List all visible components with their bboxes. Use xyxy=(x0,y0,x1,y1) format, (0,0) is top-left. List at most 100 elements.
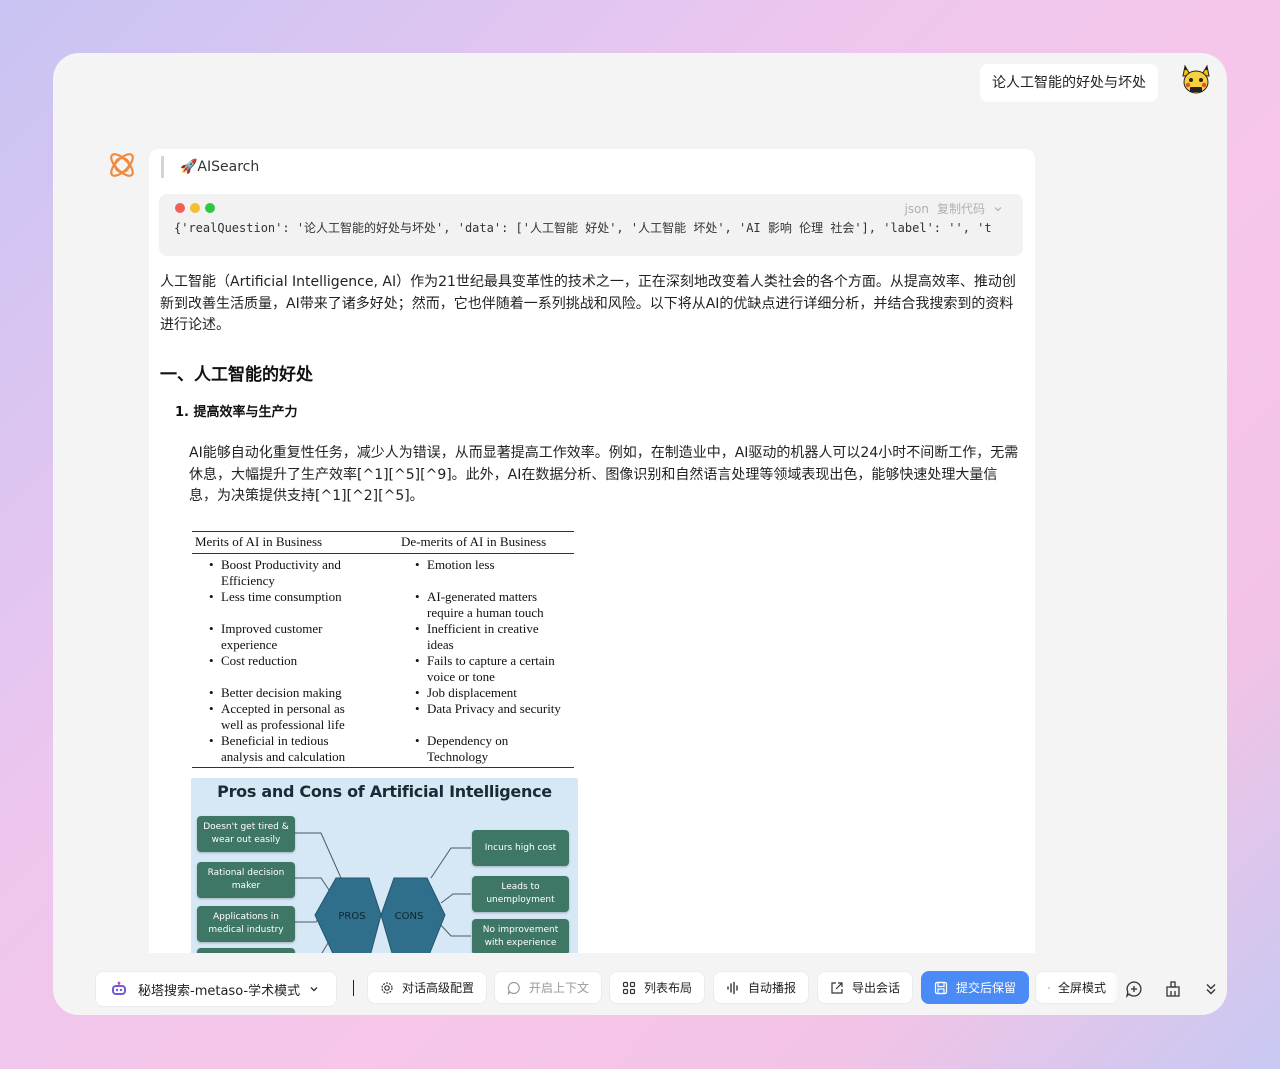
pros-item-text: maker xyxy=(231,881,261,891)
merit-item-line: experience xyxy=(221,637,278,652)
merit-bullet: • xyxy=(209,653,214,668)
scroll-down-button[interactable] xyxy=(1197,975,1225,1003)
demerit-item-line: Dependency on xyxy=(427,733,509,748)
merits-demerits-table-image: Merits of AI in Business De-merits of AI… xyxy=(192,529,574,769)
pros-item-text: Doesn't get tired & xyxy=(203,822,289,832)
tool-call-divider xyxy=(161,156,164,178)
model-selector[interactable]: 秘塔搜索-metaso-学术模式 xyxy=(95,971,337,1007)
grid-icon xyxy=(622,981,636,994)
merit-bullet: • xyxy=(209,733,214,748)
add-chat-icon xyxy=(1125,981,1142,998)
demerit-item-line: Data Privacy and security xyxy=(427,701,561,716)
pros-item-text: wear out easily xyxy=(211,835,281,845)
toolbar-separator xyxy=(353,980,354,996)
copy-code-button[interactable]: 复制代码 xyxy=(937,200,985,217)
demerit-item-line: Job displacement xyxy=(427,685,517,700)
cons-item-text: No improvement xyxy=(482,925,559,935)
demerit-bullet: • xyxy=(415,621,420,636)
cons-label: CONS xyxy=(395,911,424,922)
robot-icon xyxy=(112,981,126,995)
keep-after-submit-button[interactable]: 提交后保留 xyxy=(921,971,1030,1004)
subsection-heading: 1. 提高效率与生产力 xyxy=(175,405,298,420)
merit-item-line: Less time consumption xyxy=(221,589,342,604)
demerit-bullet: • xyxy=(415,557,420,572)
table-rule-middle xyxy=(192,553,574,554)
merit-item-line: Efficiency xyxy=(221,573,275,588)
code-actions: json 复制代码 xyxy=(904,200,1003,217)
user-message-text: 论人工智能的好处与坏处 xyxy=(992,75,1146,91)
save-icon xyxy=(934,981,948,994)
context-toggle-label: 开启上下文 xyxy=(529,981,590,995)
list-layout-label: 列表布局 xyxy=(644,981,693,995)
demerit-item-line: require a human touch xyxy=(427,605,544,620)
merit-item-line: Better decision making xyxy=(221,685,342,700)
fullscreen-label: 全屏模式 xyxy=(1057,981,1106,995)
tool-call-row: 🚀AISearch xyxy=(161,155,259,179)
cons-item-box: Leads to unemployment xyxy=(472,876,569,912)
export-icon xyxy=(831,981,843,994)
demerit-item-line: Emotion less xyxy=(427,557,495,572)
pros-item-box: Applications in medical industry xyxy=(197,906,295,942)
list-layout-button[interactable]: 列表布局 xyxy=(609,971,706,1004)
merit-item-line: well as professional life xyxy=(221,717,345,732)
demerit-item-line: Inefficient in creative xyxy=(427,621,539,636)
merit-item-line: Improved customer xyxy=(221,621,323,636)
merit-bullet: • xyxy=(209,621,214,636)
merit-bullet: • xyxy=(209,685,214,700)
advanced-settings-button[interactable]: 对话高级配置 xyxy=(367,971,488,1004)
pros-item-text: medical industry xyxy=(208,925,284,935)
merit-bullet: • xyxy=(209,557,214,572)
demerit-item-line: Technology xyxy=(427,749,489,764)
double-chevron-down-icon xyxy=(1206,984,1216,995)
demerit-item-line: voice or tone xyxy=(427,669,495,684)
auto-playback-button[interactable]: 自动播报 xyxy=(713,971,810,1004)
table-rule-top xyxy=(192,531,574,532)
subsection-paragraph: AI能够自动化重复性任务，减少人为错误，从而显著提高工作效率。例如，在制造业中，… xyxy=(189,445,1019,504)
cons-item-box: Incurs high cost xyxy=(472,830,569,866)
demerit-bullet: • xyxy=(415,653,420,668)
assistant-logo-icon xyxy=(110,153,134,177)
chevron-down-icon xyxy=(310,987,318,992)
clear-button[interactable] xyxy=(1159,975,1187,1003)
demerit-item-line: AI-generated matters xyxy=(427,589,538,604)
broom-icon xyxy=(1166,981,1180,997)
demerit-item-line: ideas xyxy=(427,637,454,652)
export-chat-button[interactable]: 导出会话 xyxy=(817,971,914,1004)
new-chat-button[interactable] xyxy=(1120,975,1148,1003)
model-name: 秘塔搜索-metaso-学术模式 xyxy=(138,983,301,999)
export-chat-label: 导出会话 xyxy=(852,981,901,995)
merit-item-line: Accepted in personal as xyxy=(221,701,345,716)
pros-label: PROS xyxy=(338,911,365,922)
demerit-bullet: • xyxy=(415,701,420,716)
pros-item-text: Rational decision xyxy=(207,868,285,878)
window-dot-green xyxy=(205,203,215,213)
window-dot-yellow xyxy=(190,203,200,213)
context-toggle-button[interactable]: 开启上下文 xyxy=(494,971,603,1004)
merit-item-line: Boost Productivity and xyxy=(221,557,341,572)
code-block: json 复制代码 {'realQuestion': '论人工智能的好处与坏处'… xyxy=(159,194,1023,256)
user-avatar-icon[interactable] xyxy=(1179,62,1213,96)
window-dot-red xyxy=(175,203,185,213)
advanced-settings-label: 对话高级配置 xyxy=(402,981,475,995)
chat-window: 论人工智能的好处与坏处 🚀AISearch json 复制代码 {'realQu… xyxy=(53,53,1227,1015)
bottom-toolbar: 秘塔搜索-metaso-学术模式 对话高级配置 开启上下文 列表布局 自动播报 … xyxy=(53,953,1227,1015)
demerit-bullet: • xyxy=(415,733,420,748)
cons-item-text: with experience xyxy=(484,938,557,948)
audio-wave-icon xyxy=(727,981,738,994)
auto-playback-label: 自动播报 xyxy=(748,981,797,995)
chevron-down-icon[interactable] xyxy=(993,204,1003,214)
merit-bullet: • xyxy=(209,701,214,716)
assistant-answer-card: 🚀AISearch json 复制代码 {'realQuestion': '论人… xyxy=(149,149,1035,1009)
cons-item-text: Incurs high cost xyxy=(484,842,557,853)
merit-item-line: Cost reduction xyxy=(221,653,298,668)
fullscreen-button[interactable]: 全屏模式 xyxy=(1035,971,1119,1004)
chat-bubble-icon xyxy=(507,981,520,995)
pros-item-text: Applications in xyxy=(212,912,280,922)
demerit-item-line: Fails to capture a certain xyxy=(427,653,555,668)
intro-paragraph: 人工智能（Artificial Intelligence, AI）作为21世纪最… xyxy=(160,274,1016,333)
table-header-merits: Merits of AI in Business xyxy=(195,534,323,549)
merit-item-line: Beneficial in tedious xyxy=(221,733,329,748)
table-rule-bottom xyxy=(192,767,574,768)
section-heading: 一、人工智能的好处 xyxy=(160,365,313,385)
demerit-bullet: • xyxy=(415,685,420,700)
